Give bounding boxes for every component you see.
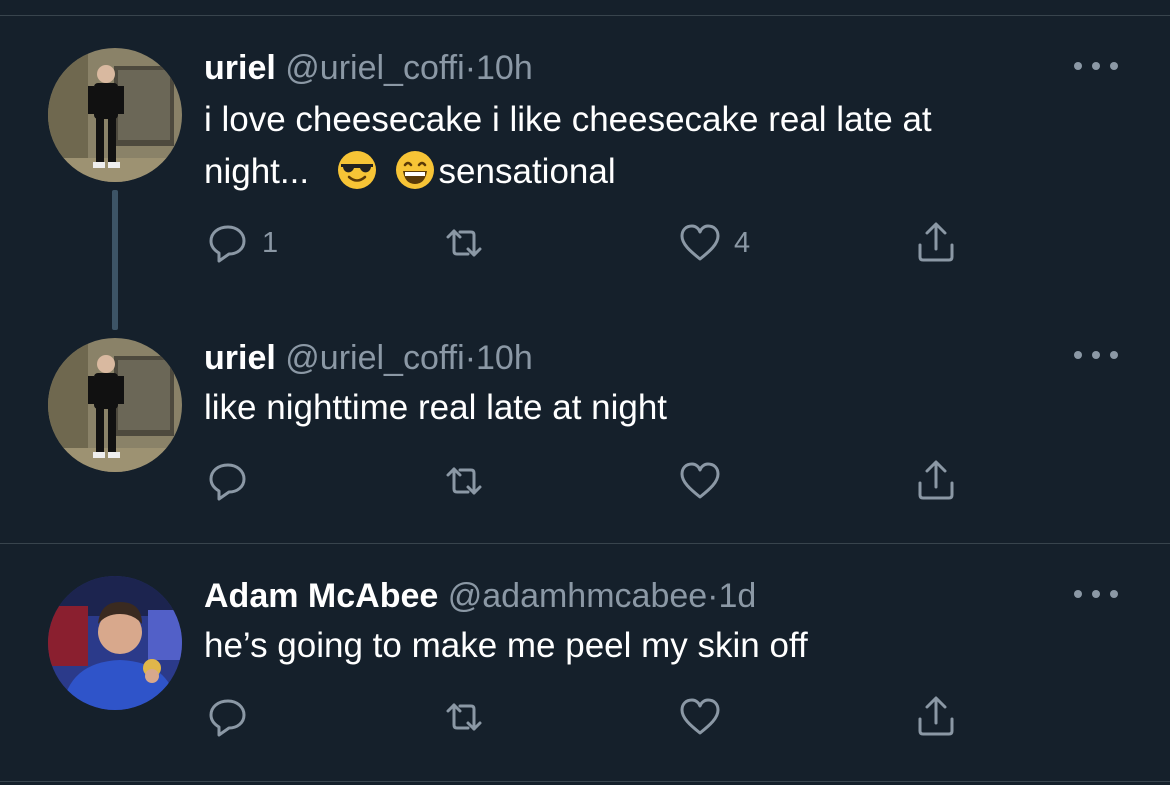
heart-icon [680, 224, 720, 261]
reply-count: 1 [262, 226, 279, 259]
heart-icon [680, 698, 720, 735]
timestamp[interactable]: 1d [719, 577, 757, 615]
tweet-text-part: night... [204, 152, 310, 191]
tweet-text: he’s going to make me peel my skin off [204, 626, 808, 665]
reply-button[interactable]: 1 [204, 218, 278, 268]
like-button[interactable]: 4 [676, 218, 750, 268]
more-icon[interactable] [1074, 587, 1118, 601]
reply-icon [209, 699, 246, 737]
retweet-icon [446, 229, 482, 257]
tweet-header: Adam McAbee @adamhmcabee·1d [204, 576, 756, 616]
separator-dot: · [707, 577, 719, 615]
tweet-2[interactable]: uriel @uriel_coffi·10h like nighttime re… [0, 330, 1170, 540]
avatar-image [48, 338, 182, 472]
more-icon[interactable] [1074, 59, 1118, 73]
thread-connector-line [112, 190, 118, 330]
username-handle[interactable]: @adamhmcabee [448, 577, 707, 615]
username-handle[interactable]: @uriel_coffi [285, 49, 464, 87]
tweet-actions [204, 692, 974, 742]
smiling-face-with-sunglasses-icon [337, 151, 376, 189]
tweet-text: i love cheesecake i like cheesecake real… [204, 94, 1064, 198]
timestamp[interactable]: 10h [476, 339, 533, 377]
reply-icon [209, 225, 246, 263]
tweet-text: like nighttime real late at night [204, 388, 668, 427]
share-button[interactable] [912, 692, 960, 742]
tweet-header: uriel @uriel_coffi·10h [204, 338, 533, 378]
reply-button[interactable] [204, 456, 262, 506]
more-icon[interactable] [1074, 348, 1118, 362]
retweet-button[interactable] [440, 218, 498, 268]
retweet-button[interactable] [440, 692, 498, 742]
avatar-image [48, 576, 182, 710]
retweet-button[interactable] [440, 456, 498, 506]
display-name[interactable]: uriel [204, 49, 276, 87]
tweet-text-part: sensational [438, 152, 616, 191]
retweet-icon [446, 467, 482, 495]
display-name[interactable]: Adam McAbee [204, 577, 438, 615]
timestamp[interactable]: 10h [476, 49, 533, 87]
tweet-text-line-2: night... sensational [204, 146, 1064, 198]
like-count: 4 [734, 226, 751, 259]
bottom-divider [0, 781, 1170, 782]
share-button[interactable] [912, 456, 960, 506]
avatar[interactable] [48, 576, 182, 710]
grinning-face-with-smiling-eyes-icon [395, 151, 434, 189]
tweet-3[interactable]: Adam McAbee @adamhmcabee·1d he’s going t… [0, 544, 1170, 784]
separator-dot: · [464, 339, 477, 377]
retweet-icon [446, 703, 482, 731]
tweet-1[interactable]: uriel @uriel_coffi·10h i love cheesecake… [0, 0, 1170, 330]
heart-icon [680, 462, 720, 499]
tweet-header: uriel @uriel_coffi·10h [204, 48, 533, 88]
tweet-actions: 1 4 [204, 218, 974, 268]
like-button[interactable] [676, 692, 734, 742]
reply-icon [209, 463, 246, 501]
display-name[interactable]: uriel [204, 339, 276, 377]
username-handle[interactable]: @uriel_coffi [285, 339, 464, 377]
avatar-image [48, 48, 182, 182]
tweet-text-line-1: i love cheesecake i like cheesecake real… [204, 100, 932, 139]
avatar[interactable] [48, 48, 182, 182]
share-icon [918, 222, 954, 262]
reply-button[interactable] [204, 692, 262, 742]
separator-dot: · [464, 49, 477, 87]
share-icon [918, 696, 954, 736]
share-icon [918, 460, 954, 500]
like-button[interactable] [676, 456, 734, 506]
share-button[interactable] [912, 218, 960, 268]
tweet-actions [204, 456, 974, 506]
avatar[interactable] [48, 338, 182, 472]
